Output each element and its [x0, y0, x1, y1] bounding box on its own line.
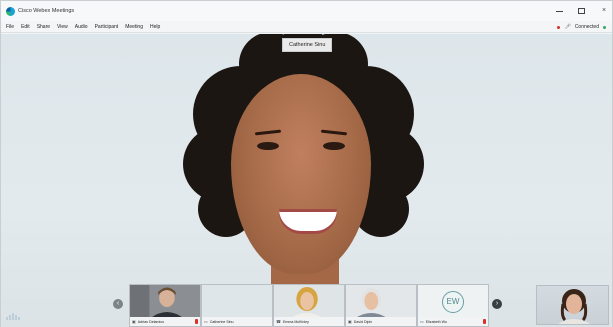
recording-icon: [557, 25, 561, 29]
participant-thumbnail[interactable]: EW ▭ Elizabeth Wu: [417, 284, 489, 327]
thumbnail-label-bar: ▣ David Dipin: [346, 317, 416, 326]
face-shape: [231, 74, 371, 274]
muted-icon: [483, 319, 486, 324]
menu-view[interactable]: View: [57, 24, 68, 30]
active-speaker-name: Catherine Sinu: [282, 38, 333, 52]
participant-name: Adrian Delamico: [137, 319, 165, 324]
title-bar: Cisco Webex Meetings ×: [1, 1, 612, 21]
muted-icon: [195, 319, 198, 324]
participant-thumbnail[interactable]: ▣ David Dipin: [345, 284, 417, 327]
app-title: Cisco Webex Meetings: [18, 8, 75, 14]
thumbnail-label-bar: ▣ Adrian Delamico: [130, 317, 200, 326]
laptop-icon: ▭: [420, 319, 424, 324]
self-view-video[interactable]: [536, 285, 609, 325]
thumbnail-label-bar: ▭ Elizabeth Wu: [418, 317, 488, 326]
maximize-icon: [578, 8, 585, 14]
video-icon: ▣: [132, 319, 136, 324]
maximize-button[interactable]: [578, 8, 586, 14]
participant-video: [274, 285, 344, 319]
menu-help[interactable]: Help: [150, 24, 160, 30]
menu-participant[interactable]: Participant: [95, 24, 119, 30]
minimize-button[interactable]: [556, 10, 564, 12]
participant-name: David Dipin: [353, 319, 373, 324]
participant-thumbnail[interactable]: ▭ Catherine Sinu: [201, 284, 273, 327]
participant-thumbnail[interactable]: ▣ Adrian Delamico: [129, 284, 201, 327]
webex-logo-icon: [6, 6, 15, 16]
participant-initials-avatar: EW: [442, 291, 464, 313]
menu-audio[interactable]: Audio: [75, 24, 88, 30]
webex-window: Cisco Webex Meetings × File Edit Share V…: [0, 0, 613, 327]
cisco-watermark-icon: [6, 313, 20, 320]
menu-bar: File Edit Share View Audio Participant M…: [1, 21, 612, 33]
menu-share[interactable]: Share: [37, 24, 50, 30]
participant-name: Catherine Sinu: [209, 319, 234, 324]
participant-video: [202, 285, 272, 319]
connected-indicator-icon: [603, 25, 606, 29]
thumbnail-label-bar: ☎ Emma McKinley: [274, 317, 344, 326]
connection-status-label: Connected: [574, 24, 599, 30]
right-eye: [323, 142, 345, 150]
left-eye: [257, 142, 279, 150]
laptop-icon: ▭: [204, 319, 208, 324]
thumbnail-label-bar: ▭ Catherine Sinu: [202, 317, 272, 326]
self-view-image: [558, 289, 590, 324]
phone-icon: ☎: [276, 319, 281, 324]
menu-file[interactable]: File: [6, 24, 14, 30]
close-button[interactable]: ×: [600, 7, 608, 15]
filmstrip-next-button[interactable]: ›: [492, 299, 502, 309]
video-icon: ▣: [348, 319, 352, 324]
menu-meeting[interactable]: Meeting: [125, 24, 143, 30]
participant-video: [130, 285, 200, 319]
participant-video: [346, 285, 416, 319]
menu-edit[interactable]: Edit: [21, 24, 30, 30]
connection-status: 🎤︎ Connected: [557, 21, 606, 33]
filmstrip-prev-button[interactable]: ‹: [113, 299, 123, 309]
window-controls: ×: [556, 1, 608, 21]
participant-name: Elizabeth Wu: [425, 319, 447, 324]
microphone-icon[interactable]: 🎤︎: [564, 24, 570, 30]
minimize-icon: [556, 10, 563, 12]
participant-thumbnail[interactable]: ☎ Emma McKinley: [273, 284, 345, 327]
participant-name: Emma McKinley: [282, 319, 309, 324]
